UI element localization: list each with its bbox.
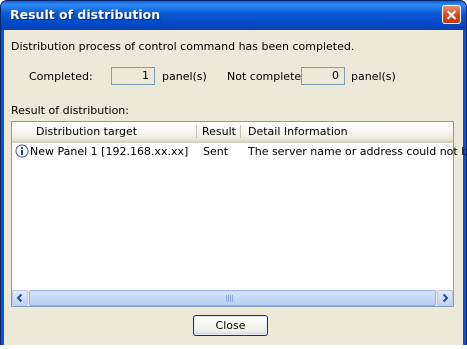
column-header-result[interactable]: Result <box>202 125 236 138</box>
results-list[interactable]: Distribution target Result Detail Inform… <box>11 121 466 307</box>
row-detail: The server name or address could not be <box>248 145 467 158</box>
scroll-thumb[interactable] <box>29 290 436 306</box>
dialog-title: Result of distribution <box>10 7 161 22</box>
scroll-right-button[interactable] <box>437 290 453 306</box>
title-bar[interactable]: Result of distribution <box>1 1 466 30</box>
scroll-left-button[interactable] <box>12 290 28 306</box>
not-completed-label: Not completed: <box>227 70 312 83</box>
completed-count-field: 1 <box>111 67 155 85</box>
grip-icon <box>226 295 234 302</box>
completion-message: Distribution process of control command … <box>11 40 355 53</box>
result-dialog: Result of distribution Distribution proc… <box>0 0 467 349</box>
column-header-target[interactable]: Distribution target <box>36 125 137 138</box>
completed-label: Completed: <box>29 70 93 83</box>
column-header-detail[interactable]: Detail Information <box>248 125 348 138</box>
close-window-button[interactable] <box>442 5 461 24</box>
horizontal-scrollbar[interactable] <box>12 290 453 306</box>
chevron-right-icon <box>442 293 449 303</box>
results-section-label: Result of distribution: <box>11 104 129 117</box>
row-result: Sent <box>203 145 229 158</box>
row-target: New Panel 1 [192.168.xx.xx] <box>30 145 189 158</box>
column-divider[interactable] <box>240 125 241 138</box>
not-completed-count-field: 0 <box>301 67 345 85</box>
table-row[interactable]: New Panel 1 [192.168.xx.xx] Sent The ser… <box>12 144 466 160</box>
chevron-left-icon <box>16 293 23 303</box>
results-header: Distribution target Result Detail Inform… <box>12 122 453 143</box>
completed-unit: panel(s) <box>162 70 207 83</box>
close-button[interactable]: Close <box>193 315 268 336</box>
not-completed-unit: panel(s) <box>351 70 396 83</box>
info-icon <box>15 144 29 158</box>
column-divider[interactable] <box>196 125 197 138</box>
bottom-edge <box>0 345 467 349</box>
dialog-body: Distribution process of control command … <box>4 30 466 345</box>
